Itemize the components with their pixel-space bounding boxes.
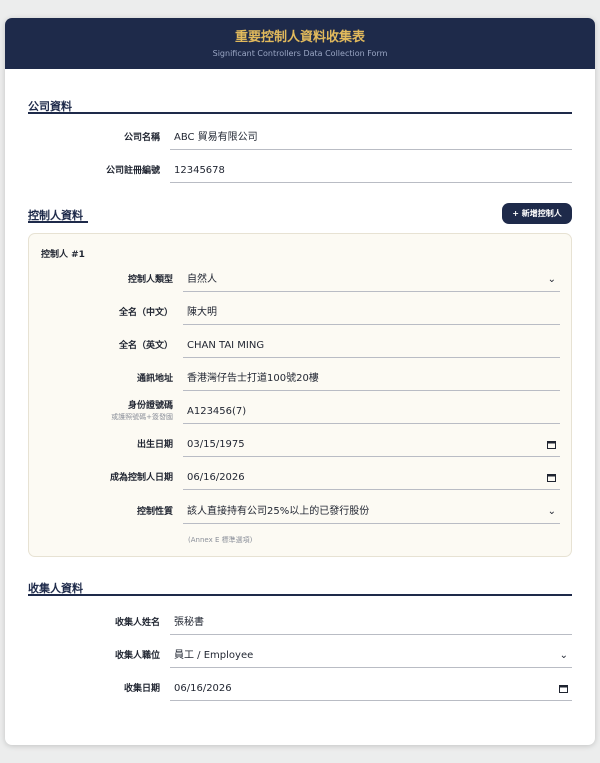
controller-type-value: 自然人 bbox=[187, 274, 217, 285]
name-en-input[interactable]: CHAN TAI MING bbox=[183, 334, 560, 358]
name-en-row: 全名（英文） CHAN TAI MING bbox=[119, 334, 560, 358]
controller-type-select[interactable]: 自然人 ⌄ bbox=[183, 268, 560, 292]
id-value: A123456(7) bbox=[187, 406, 247, 417]
company-reg-value: 12345678 bbox=[174, 165, 225, 176]
form-subtitle: Significant Controllers Data Collection … bbox=[212, 49, 388, 58]
company-reg-input[interactable]: 12345678 bbox=[170, 159, 572, 183]
since-row: 成為控制人日期 06/16/2026 bbox=[110, 466, 560, 490]
dob-input[interactable]: 03/15/1975 bbox=[183, 433, 560, 457]
dob-value: 03/15/1975 bbox=[187, 439, 245, 450]
nature-row: 控制性質 該人直接持有公司25%以上的已發行股份 ⌄ bbox=[137, 500, 560, 524]
id-input[interactable]: A123456(7) bbox=[183, 400, 560, 424]
nature-note: (Annex E 標準選項) bbox=[188, 536, 253, 544]
collector-section-title: 收集人資料 bbox=[28, 582, 83, 595]
company-section-title: 公司資料 bbox=[28, 100, 72, 113]
controllers-section-title: 控制人資料 bbox=[28, 209, 83, 222]
company-reg-row: 公司註冊編號 12345678 bbox=[106, 159, 572, 183]
address-value: 香港灣仔告士打道100號20樓 bbox=[187, 373, 319, 384]
controllers-section-header: 控制人資料 bbox=[28, 204, 88, 223]
collector-name-label: 收集人姓名 bbox=[114, 618, 160, 628]
id-sublabel: 或護照號碼+簽發國 bbox=[111, 413, 173, 421]
collector-date-label: 收集日期 bbox=[123, 684, 160, 694]
nature-value: 該人直接持有公司25%以上的已發行股份 bbox=[187, 506, 370, 517]
company-name-value: ABC 貿易有限公司 bbox=[174, 132, 258, 143]
calendar-icon[interactable] bbox=[547, 466, 556, 489]
since-value: 06/16/2026 bbox=[187, 472, 245, 483]
calendar-icon[interactable] bbox=[547, 433, 556, 456]
collector-name-row: 收集人姓名 張秘書 bbox=[115, 611, 572, 635]
dob-row: 出生日期 03/15/1975 bbox=[137, 433, 560, 457]
id-row: 身份證號碼 或護照號碼+簽發國 A123456(7) bbox=[111, 400, 560, 424]
collector-date-value: 06/16/2026 bbox=[174, 683, 232, 694]
controller-card-title: 控制人 #1 bbox=[41, 250, 85, 260]
form-header: 重要控制人資料收集表 Significant Controllers Data … bbox=[5, 18, 595, 69]
nature-label: 控制性質 bbox=[136, 507, 173, 517]
collector-date-input[interactable]: 06/16/2026 bbox=[170, 677, 572, 701]
calendar-icon[interactable] bbox=[559, 677, 568, 700]
name-zh-input[interactable]: 陳大明 bbox=[183, 301, 560, 325]
nature-select[interactable]: 該人直接持有公司25%以上的已發行股份 ⌄ bbox=[183, 500, 560, 524]
since-label: 成為控制人日期 bbox=[109, 473, 173, 483]
name-zh-row: 全名（中文） 陳大明 bbox=[119, 301, 560, 325]
name-en-value: CHAN TAI MING bbox=[187, 340, 265, 351]
collector-name-input[interactable]: 張秘書 bbox=[170, 611, 572, 635]
address-row: 通訊地址 香港灣仔告士打道100號20樓 bbox=[137, 367, 560, 391]
company-name-row: 公司名稱 ABC 貿易有限公司 bbox=[124, 126, 572, 150]
id-label-block: 身份證號碼 或護照號碼+簽發國 bbox=[111, 401, 173, 422]
company-reg-label: 公司註冊編號 bbox=[105, 166, 160, 176]
add-controller-button[interactable]: + 新增控制人 bbox=[502, 203, 572, 224]
form-card: 重要控制人資料收集表 Significant Controllers Data … bbox=[5, 18, 595, 745]
name-en-label: 全名（英文） bbox=[118, 341, 173, 351]
company-name-label: 公司名稱 bbox=[123, 133, 160, 143]
id-label: 身份證號碼 bbox=[127, 401, 173, 411]
controller-type-row: 控制人類型 自然人 ⌄ bbox=[128, 268, 560, 292]
collector-position-label: 收集人職位 bbox=[114, 651, 160, 661]
collector-position-select[interactable]: 員工 / Employee ⌄ bbox=[170, 644, 572, 668]
controller-card: 控制人 #1 控制人類型 自然人 ⌄ 全名（中文） 陳大明 全名（英文） CHA… bbox=[28, 233, 572, 557]
dob-label: 出生日期 bbox=[136, 440, 173, 450]
collector-date-row: 收集日期 06/16/2026 bbox=[124, 677, 572, 701]
collector-position-row: 收集人職位 員工 / Employee ⌄ bbox=[115, 644, 572, 668]
address-input[interactable]: 香港灣仔告士打道100號20樓 bbox=[183, 367, 560, 391]
chevron-down-icon: ⌄ bbox=[547, 274, 556, 285]
name-zh-value: 陳大明 bbox=[187, 307, 217, 318]
company-name-input[interactable]: ABC 貿易有限公司 bbox=[170, 126, 572, 150]
since-input[interactable]: 06/16/2026 bbox=[183, 466, 560, 490]
form-title: 重要控制人資料收集表 bbox=[234, 30, 365, 45]
collector-name-value: 張秘書 bbox=[174, 617, 204, 628]
collector-section-header: 收集人資料 bbox=[28, 577, 572, 596]
collector-position-value: 員工 / Employee bbox=[174, 650, 254, 661]
chevron-down-icon: ⌄ bbox=[559, 650, 568, 661]
company-section-header: 公司資料 bbox=[28, 95, 572, 114]
controller-type-label: 控制人類型 bbox=[127, 275, 173, 285]
name-zh-label: 全名（中文） bbox=[118, 308, 173, 318]
chevron-down-icon: ⌄ bbox=[547, 506, 556, 517]
address-label: 通訊地址 bbox=[136, 374, 173, 384]
